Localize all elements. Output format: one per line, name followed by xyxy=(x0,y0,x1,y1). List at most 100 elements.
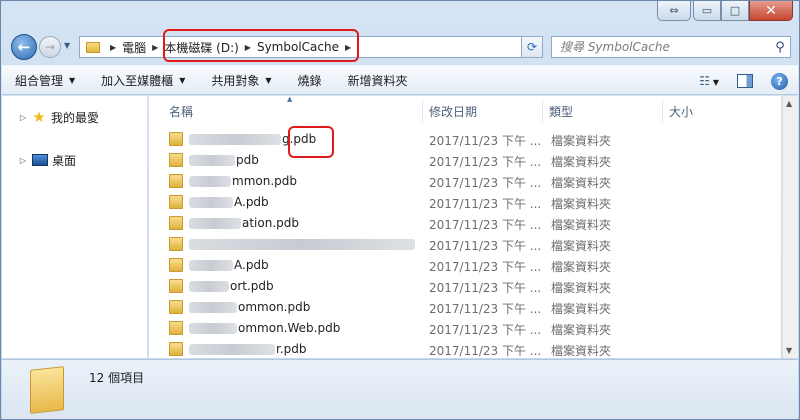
file-name-visible: ation.pdb xyxy=(242,216,300,230)
organize-label: 組合管理 xyxy=(15,73,64,88)
file-type: 檔案資料夾 xyxy=(551,260,612,274)
column-header-size[interactable]: 大小 xyxy=(663,100,743,122)
refresh-button[interactable]: ⟳ xyxy=(521,36,543,58)
table-row[interactable]: mmon.pdb 2017/11/23 下午 ... 檔案資料夾 xyxy=(149,171,779,192)
file-type: 檔案資料夾 xyxy=(551,134,612,148)
share-with-label: 共用對象 xyxy=(211,73,260,88)
file-date: 2017/11/23 下午 ... xyxy=(429,176,542,190)
caption-buttons: ⇔ ▭ □ ✕ xyxy=(657,1,793,23)
file-name-visible: A.pdb xyxy=(234,195,269,209)
breadcrumb-computer[interactable]: 電腦 xyxy=(122,39,146,56)
column-header-label: 大小 xyxy=(669,104,694,119)
vertical-scrollbar[interactable]: ▲ ▼ xyxy=(782,96,798,358)
redacted-text xyxy=(189,302,237,313)
address-highlight-box xyxy=(163,29,359,62)
explorer-window: ⇔ ▭ □ ✕ ← → ▼ ▶ 電腦 ▶ 本機磁碟 (D:) ▶ SymbolC… xyxy=(0,0,800,420)
column-header-type[interactable]: 類型 xyxy=(543,100,663,122)
table-row[interactable]: ort.pdb 2017/11/23 下午 ... 檔案資料夾 xyxy=(149,276,779,297)
share-with-menu[interactable]: 共用對象 ▼ xyxy=(198,65,284,95)
file-date: 2017/11/23 下午 ... xyxy=(429,260,542,274)
chevron-right-icon[interactable]: ▶ xyxy=(152,43,158,52)
folder-icon xyxy=(86,41,100,53)
expand-triangle-icon[interactable]: ▷ xyxy=(16,113,30,122)
file-name: r.pdb xyxy=(189,342,307,356)
file-type: 檔案資料夾 xyxy=(551,323,612,337)
new-folder-button[interactable]: 新增資料夾 xyxy=(335,65,421,95)
table-row[interactable]: g.pdb 2017/11/23 下午 ... 檔案資料夾 xyxy=(149,129,779,150)
view-options-button[interactable]: ☷ ▼ xyxy=(699,74,719,88)
table-row[interactable]: r.pdb 2017/11/23 下午 ... 檔案資料夾 xyxy=(149,339,779,360)
file-type: 檔案資料夾 xyxy=(551,155,612,169)
help-icon[interactable]: ? xyxy=(771,72,788,90)
back-button[interactable]: ← xyxy=(11,34,37,60)
folder-icon xyxy=(169,342,183,356)
command-bar: 組合管理 ▼ 加入至媒體櫃 ▼ 共用對象 ▼ 燒錄 新增資料夾 ☷ ▼ ? xyxy=(2,65,798,95)
file-date: 2017/11/23 下午 ... xyxy=(429,155,542,169)
file-date: 2017/11/23 下午 ... xyxy=(429,218,542,232)
scroll-up-icon[interactable]: ▲ xyxy=(786,99,792,108)
search-box[interactable]: ⚲ xyxy=(551,36,791,58)
column-header-date[interactable]: 修改日期 xyxy=(423,100,543,122)
redacted-text xyxy=(189,218,241,229)
search-icon[interactable]: ⚲ xyxy=(770,40,790,55)
column-header-name[interactable]: 名稱 xyxy=(163,100,423,122)
table-row[interactable]: A.pdb 2017/11/23 下午 ... 檔案資料夾 xyxy=(149,192,779,213)
file-name: ommon.pdb xyxy=(189,300,310,314)
table-row[interactable]: A.pdb 2017/11/23 下午 ... 檔案資料夾 xyxy=(149,255,779,276)
arrow-left-icon: ← xyxy=(17,38,31,56)
file-date: 2017/11/23 下午 ... xyxy=(429,281,542,295)
file-type: 檔案資料夾 xyxy=(551,302,612,316)
scroll-down-icon[interactable]: ▼ xyxy=(786,346,792,355)
file-name: ort.pdb xyxy=(189,279,274,293)
burn-button[interactable]: 燒錄 xyxy=(285,65,335,95)
folder-icon xyxy=(169,216,183,230)
folder-icon xyxy=(169,258,183,272)
desktop-icon xyxy=(32,154,48,166)
chevron-down-icon: ▼ xyxy=(179,75,186,85)
star-icon: ★ xyxy=(32,108,46,126)
redacted-text xyxy=(189,239,415,250)
redacted-text xyxy=(189,134,281,145)
column-header-label: 名稱 xyxy=(169,104,194,119)
search-input[interactable] xyxy=(560,40,770,54)
table-row[interactable]: ommon.pdb 2017/11/23 下午 ... 檔案資料夾 xyxy=(149,297,779,318)
file-type: 檔案資料夾 xyxy=(551,176,612,190)
recent-pages-dropdown[interactable]: ▼ xyxy=(64,41,70,50)
filename-highlight-box xyxy=(288,126,334,158)
folder-icon xyxy=(169,195,183,209)
preview-pane-icon[interactable] xyxy=(737,74,753,88)
file-name-visible: ommon.pdb xyxy=(238,300,311,314)
table-row[interactable]: pdb 2017/11/23 下午 ... 檔案資料夾 xyxy=(149,150,779,171)
table-row[interactable]: 2017/11/23 下午 ... 檔案資料夾 xyxy=(149,234,779,255)
forward-button[interactable]: → xyxy=(39,36,61,58)
file-date: 2017/11/23 下午 ... xyxy=(429,302,542,316)
folder-icon xyxy=(169,237,183,251)
add-to-library-label: 加入至媒體櫃 xyxy=(101,73,174,88)
nav-item-favorites[interactable]: ▷ ★ 我的最愛 xyxy=(2,107,99,127)
file-list: ▲ 名稱 修改日期 類型 大小 g.pdb 2017/11/23 下午 ... … xyxy=(149,95,781,360)
add-to-library-menu[interactable]: 加入至媒體櫃 ▼ xyxy=(88,65,198,95)
table-row[interactable]: ommon.Web.pdb 2017/11/23 下午 ... 檔案資料夾 xyxy=(149,318,779,339)
file-type: 檔案資料夾 xyxy=(551,281,612,295)
file-type: 檔案資料夾 xyxy=(551,197,612,211)
redacted-text xyxy=(189,344,275,355)
nav-item-label: 我的最愛 xyxy=(51,110,100,125)
file-date: 2017/11/23 下午 ... xyxy=(429,344,542,358)
organize-menu[interactable]: 組合管理 ▼ xyxy=(2,65,88,95)
folder-icon xyxy=(169,321,183,335)
column-header-label: 類型 xyxy=(549,104,574,119)
table-row[interactable]: ation.pdb 2017/11/23 下午 ... 檔案資料夾 xyxy=(149,213,779,234)
nav-item-desktop[interactable]: ▷ 桌面 xyxy=(2,150,76,170)
minimize-button[interactable]: ▭ xyxy=(693,1,721,21)
file-date: 2017/11/23 下午 ... xyxy=(429,197,542,211)
file-date: 2017/11/23 下午 ... xyxy=(429,239,542,253)
expand-triangle-icon[interactable]: ▷ xyxy=(16,156,30,165)
folder-icon xyxy=(169,300,183,314)
views-icon: ☷ xyxy=(699,74,710,88)
close-button[interactable]: ✕ xyxy=(749,1,793,21)
resize-icon[interactable]: ⇔ xyxy=(657,1,691,21)
maximize-button[interactable]: □ xyxy=(721,1,749,21)
file-name: ommon.Web.pdb xyxy=(189,321,340,335)
chevron-right-icon[interactable]: ▶ xyxy=(110,43,116,52)
file-name: pdb xyxy=(189,153,259,167)
